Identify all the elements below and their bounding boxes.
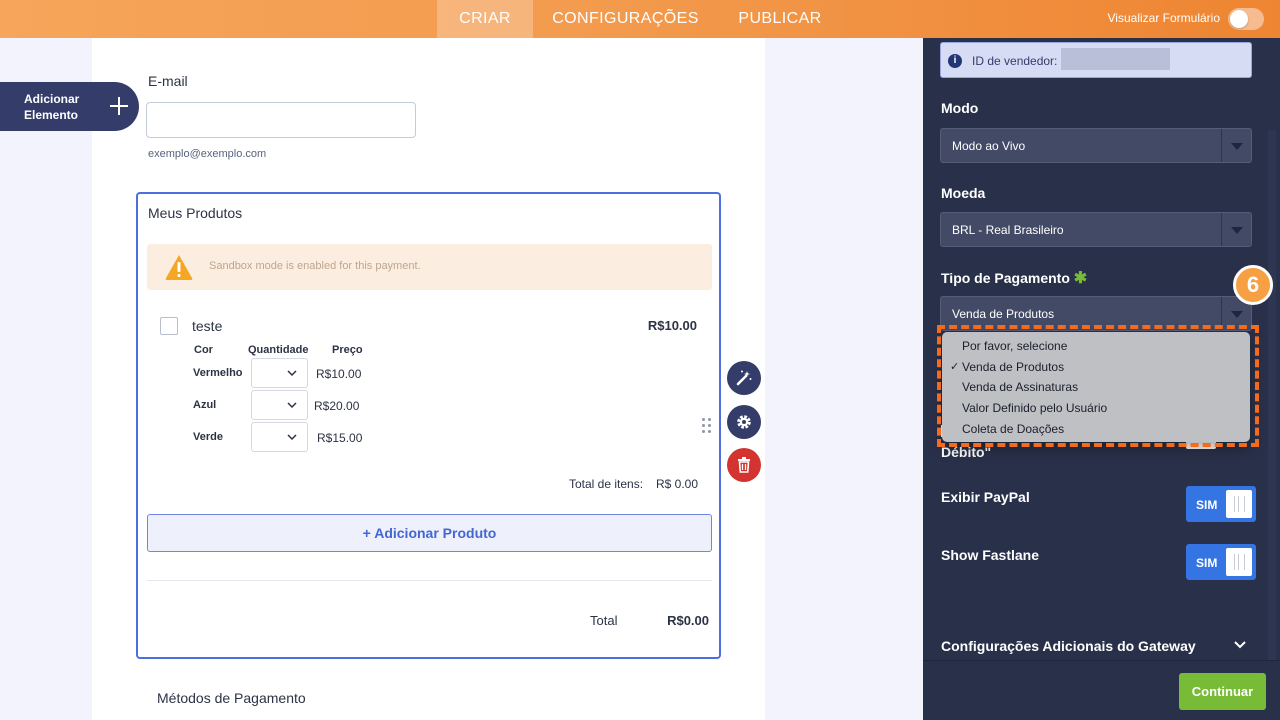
show-paypal-toggle[interactable]: SIM [1186,486,1256,522]
continue-button[interactable]: Continuar [1179,673,1266,710]
product-name: teste [192,318,223,334]
show-fastlane-toggle[interactable]: SIM [1186,544,1256,580]
variant-color: Verde [193,431,223,443]
variant-price: R$10.00 [316,367,362,381]
chevron-down-icon [287,402,297,409]
sandbox-notice-text: Sandbox mode is enabled for this payment… [209,260,421,272]
payment-type-label: Tipo de Pagamento ✱ [941,268,1087,288]
total-items-label: Total de itens: [569,477,644,491]
add-element-button[interactable]: Adicionar Elemento [0,82,139,131]
vendor-id-label: ID de vendedor: [972,54,1058,68]
tutorial-step-badge: 6 [1233,265,1273,305]
payment-type-label-text: Tipo de Pagamento [941,270,1070,286]
products-field[interactable]: Meus Produtos Sandbox mode is enabled fo… [136,192,721,659]
warning-icon [165,255,193,280]
preview-form-toggle[interactable] [1228,8,1264,30]
mode-select-value: Modo ao Vivo [952,139,1026,153]
magic-wand-button[interactable] [727,361,761,395]
payment-type-select[interactable]: Venda de Produtos [940,296,1252,331]
add-element-label-line1: Adicionar [24,92,80,106]
preview-form-label: Visualizar Formulário [1107,11,1220,25]
dropdown-option[interactable]: Por favor, selecione [962,339,1067,353]
variant-price: R$15.00 [317,431,363,445]
email-input[interactable] [146,102,416,138]
gear-icon [737,415,751,429]
variant-color: Azul [193,399,217,411]
column-header-price: Preço [332,344,363,356]
vendor-id-box: i ID de vendedor: [940,42,1252,78]
add-element-label-line2: Elemento [24,108,79,122]
vendor-id-redacted [1061,48,1170,70]
info-icon: i [948,54,962,68]
trash-icon [738,457,750,473]
hidden-field-label: Débito" [941,444,992,460]
required-asterisk-icon: ✱ [1073,270,1088,287]
payment-type-dropdown: Por favor, selecione ✓ Venda de Produtos… [942,332,1250,442]
select-arrow-icon [1221,213,1251,246]
settings-button[interactable] [727,405,761,439]
email-sublabel: exemplo@exemplo.com [148,148,267,160]
variant-color: Vermelho [193,367,243,379]
add-product-button[interactable]: + Adicionar Produto [147,514,712,552]
quantity-select[interactable] [251,358,308,388]
currency-select[interactable]: BRL - Real Brasileiro [940,212,1252,247]
toggle-label: SIM [1196,498,1218,512]
variant-price: R$20.00 [314,399,360,413]
gateway-settings-section[interactable]: Configurações Adicionais do Gateway [941,638,1196,654]
payment-type-select-value: Venda de Produtos [952,307,1055,321]
total-items-value: R$ 0.00 [656,477,699,491]
select-arrow-icon [1221,129,1251,162]
chevron-down-icon[interactable] [1233,638,1247,652]
email-label: E-mail [148,73,188,89]
show-fastlane-label: Show Fastlane [941,547,1040,563]
total-label: Total [590,613,618,628]
quantity-select[interactable] [251,390,308,420]
currency-select-value: BRL - Real Brasileiro [952,223,1064,237]
quantity-select[interactable] [251,422,308,452]
column-header-color: Cor [194,344,213,356]
tab-configuracoes[interactable]: CONFIGURAÇÕES [533,0,718,38]
drag-handle-icon[interactable] [702,418,712,434]
tab-publicar[interactable]: PUBLICAR [718,0,842,38]
plus-icon [107,94,131,118]
panel-scrollbar[interactable] [1268,130,1276,660]
column-header-quantity: Quantidade [248,344,309,356]
chevron-down-icon [287,434,297,441]
add-element-label: Adicionar Elemento [24,91,79,123]
toggle-label: SIM [1196,556,1218,570]
delete-button[interactable] [727,448,761,482]
currency-label: Moeda [941,185,986,201]
dropdown-option[interactable]: Venda de Assinaturas [962,380,1078,394]
mode-select[interactable]: Modo ao Vivo [940,128,1252,163]
dropdown-option[interactable]: Valor Definido pelo Usuário [962,401,1107,415]
product-checkbox[interactable] [160,317,178,335]
toggle-knob [1226,548,1252,576]
toggle-knob [1226,490,1252,518]
toggle-knob [1230,10,1248,28]
magic-wand-icon [736,370,752,386]
top-navigation-bar: CRIAR CONFIGURAÇÕES PUBLICAR Visualizar … [0,0,1280,38]
product-price: R$10.00 [647,318,697,333]
dropdown-option-selected[interactable]: Venda de Produtos [962,360,1064,374]
sandbox-notice: Sandbox mode is enabled for this payment… [147,244,712,290]
chevron-down-icon [287,370,297,377]
payment-methods-label: Métodos de Pagamento [157,690,306,706]
dropdown-option[interactable]: Coleta de Doações [962,422,1064,436]
products-title: Meus Produtos [148,205,243,221]
tab-criar[interactable]: CRIAR [437,0,533,38]
mode-label: Modo [941,100,979,116]
show-paypal-label: Exibir PayPal [941,489,1030,505]
divider [147,580,712,581]
checkmark-icon: ✓ [950,361,960,373]
total-value: R$0.00 [667,613,709,628]
